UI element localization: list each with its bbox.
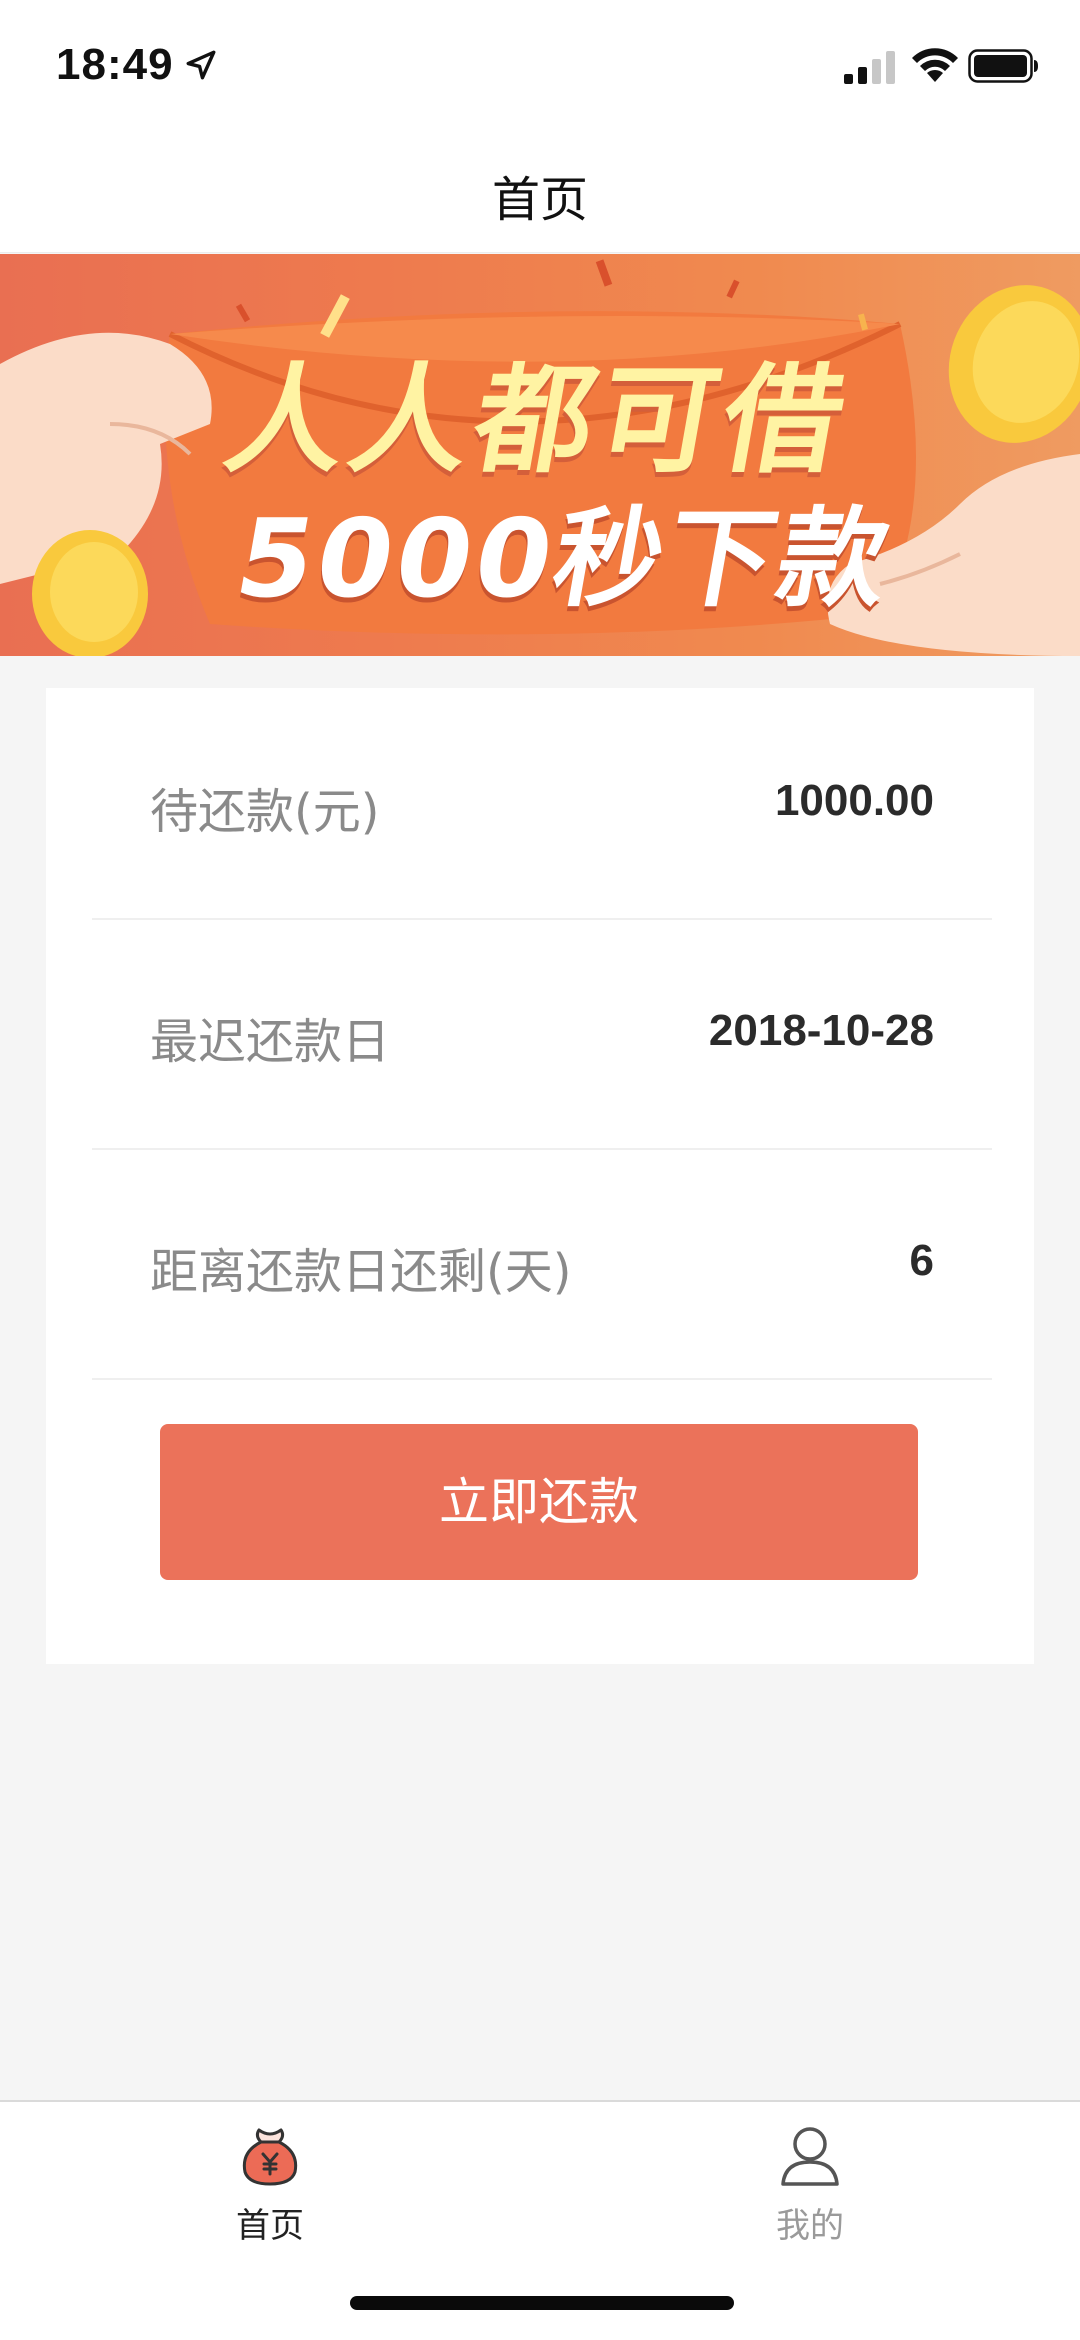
user-icon: [781, 2127, 839, 2186]
battery-icon: [968, 49, 1038, 83]
days-remaining-value: 6: [909, 1236, 934, 1285]
location-arrow-icon: [186, 50, 216, 80]
promo-banner[interactable]: 人人都可借 5000秒下款: [0, 254, 1080, 656]
tab-mine-label: 我的: [776, 2206, 844, 2246]
days-remaining-row: 距离还款日还剩(天) 6: [92, 1148, 992, 1380]
tab-home-label: 首页: [236, 2206, 304, 2246]
repay-now-button[interactable]: 立即还款: [160, 1424, 918, 1580]
pending-amount-row: 待还款(元) 1000.00: [92, 688, 992, 920]
page-title: 首页: [491, 172, 588, 228]
due-date-label: 最迟还款日: [150, 1014, 391, 1070]
pending-amount-value: 1000.00: [774, 776, 934, 825]
repayment-card: 待还款(元) 1000.00 最迟还款日 2018-10-28 距离还款日还剩(…: [46, 688, 1034, 1664]
money-bag-icon: [242, 2128, 298, 2186]
days-remaining-label: 距离还款日还剩(天): [150, 1244, 572, 1300]
banner-subheadline: 5000秒下款: [227, 497, 902, 622]
tab-home[interactable]: 首页: [170, 2122, 370, 2262]
pending-amount-label: 待还款(元): [150, 784, 380, 840]
status-time: 18:49: [56, 40, 174, 89]
tab-mine[interactable]: 我的: [710, 2122, 910, 2262]
status-bar: 18:49: [0, 0, 1080, 130]
due-date-value: 2018-10-28: [708, 1006, 934, 1055]
banner-headline: 人人都可借: [215, 351, 861, 489]
home-indicator[interactable]: [350, 2296, 734, 2310]
due-date-row: 最迟还款日 2018-10-28: [92, 918, 992, 1150]
nav-bar: 首页: [0, 130, 1080, 253]
wifi-icon: [912, 48, 958, 82]
cellular-signal-icon: [844, 51, 895, 84]
